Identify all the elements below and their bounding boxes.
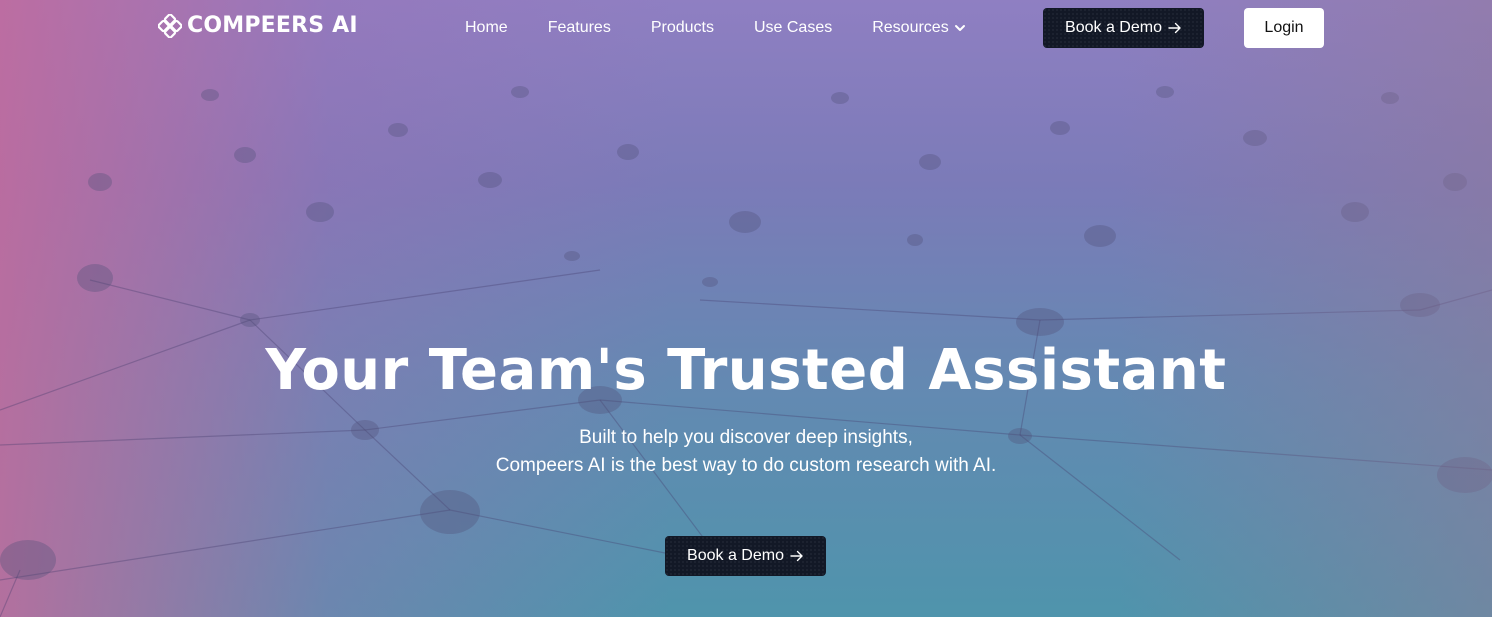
hero-title: Your Team's Trusted Assistant: [265, 338, 1227, 403]
book-demo-hero-label: Book a Demo: [687, 547, 784, 564]
brand-logo[interactable]: COMPEERS AI: [158, 13, 358, 39]
hero-subtitle-line-2: Compeers AI is the best way to do custom…: [495, 455, 997, 476]
top-navigation: COMPEERS AI Home Features Products Use C…: [0, 0, 1492, 56]
arrow-right-icon: [790, 550, 803, 562]
nav-link-resources-label: Resources: [872, 19, 949, 36]
book-demo-nav-button[interactable]: Book a Demo: [1043, 8, 1204, 48]
brand-name: COMPEERS AI: [187, 13, 358, 38]
login-button[interactable]: Login: [1244, 8, 1324, 48]
book-demo-hero-button[interactable]: Book a Demo: [665, 536, 826, 576]
compeers-logo-icon: [158, 14, 182, 38]
network-background-image: [0, 86, 1492, 617]
nav-link-resources[interactable]: Resources: [872, 18, 965, 38]
hero-subtitle: Built to help you discover deep insights…: [0, 424, 1492, 480]
book-demo-nav-label: Book a Demo: [1065, 19, 1162, 36]
nav-link-products[interactable]: Products: [651, 18, 714, 38]
arrow-right-icon: [1168, 22, 1181, 34]
landing-page: COMPEERS AI Home Features Products Use C…: [0, 0, 1492, 617]
nav-links: Home Features Products Use Cases Resourc…: [465, 18, 1006, 38]
login-button-label: Login: [1264, 19, 1304, 36]
hero-subtitle-line-1: Built to help you discover deep insights…: [579, 427, 913, 448]
chevron-down-icon: [954, 25, 965, 31]
nav-link-home[interactable]: Home: [465, 18, 508, 38]
nav-link-use-cases[interactable]: Use Cases: [754, 18, 832, 38]
nav-link-features[interactable]: Features: [548, 18, 611, 38]
